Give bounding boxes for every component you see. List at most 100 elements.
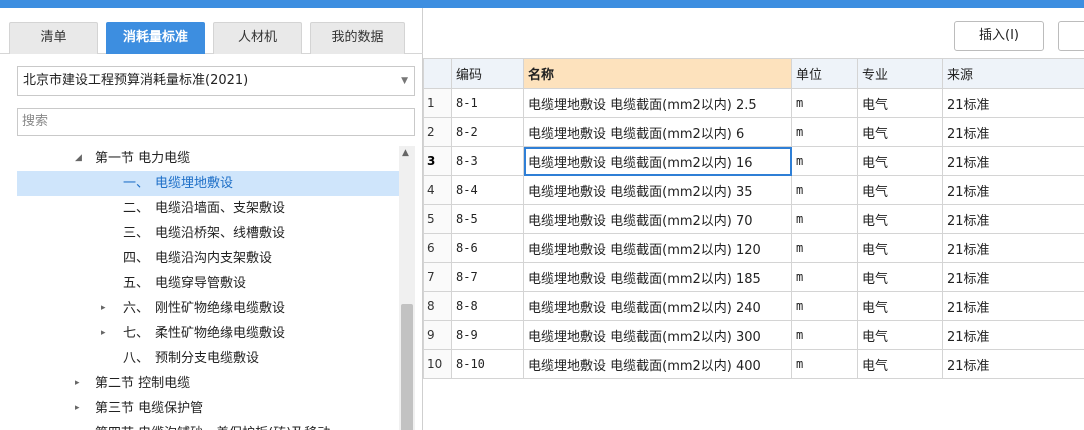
header-code[interactable]: 编码 [451, 58, 524, 89]
row-number-cell[interactable]: 3 [423, 146, 452, 176]
name-cell[interactable]: 电缆埋地敷设 电缆截面(mm2以内) 70 [523, 204, 792, 234]
tree-node[interactable]: ▸ 七、 柔性矿物绝缘电缆敷设 [17, 321, 399, 346]
major-cell[interactable]: 电气 [857, 233, 943, 263]
source-cell[interactable]: 21标准 [942, 291, 1084, 321]
tab-bill[interactable]: 清单 [9, 22, 98, 54]
row-number-cell[interactable]: 8 [423, 291, 452, 321]
code-cell[interactable]: 8-4 [451, 175, 524, 205]
expand-arrow-icon[interactable]: ▸ [75, 396, 80, 421]
tree-node[interactable]: 三、 电缆沿桥架、线槽敷设 [17, 221, 399, 246]
name-cell[interactable]: 电缆埋地敷设 电缆截面(mm2以内) 300 [523, 320, 792, 350]
search-input[interactable]: 搜索 [17, 108, 415, 136]
tab-my-data[interactable]: 我的数据 [310, 22, 405, 54]
tree-node[interactable]: ▸ 第二节 控制电缆 [17, 371, 399, 396]
row-number-cell[interactable]: 7 [423, 262, 452, 292]
unit-cell[interactable]: m [791, 175, 858, 205]
source-cell[interactable]: 21标准 [942, 349, 1084, 379]
source-cell[interactable]: 21标准 [942, 204, 1084, 234]
row-number-cell[interactable]: 1 [423, 88, 452, 118]
source-cell[interactable]: 21标准 [942, 175, 1084, 205]
header-major[interactable]: 专业 [857, 58, 943, 89]
code-cell[interactable]: 8-9 [451, 320, 524, 350]
code-cell[interactable]: 8-5 [451, 204, 524, 234]
code-cell[interactable]: 8-3 [451, 146, 524, 176]
header-source[interactable]: 来源 [942, 58, 1084, 89]
expand-arrow-icon[interactable]: ▸ [75, 371, 80, 396]
unit-cell[interactable]: m [791, 88, 858, 118]
source-cell[interactable]: 21标准 [942, 146, 1084, 176]
tab-consumption-standard[interactable]: 消耗量标准 [106, 22, 205, 54]
table-row[interactable]: 4 8-4 电缆埋地敷设 电缆截面(mm2以内) 35 m 电气 21标准 [423, 175, 1084, 205]
tree-node[interactable]: 四、 电缆沿沟内支架敷设 [17, 246, 399, 271]
source-cell[interactable]: 21标准 [942, 88, 1084, 118]
table-row[interactable]: 1 8-1 电缆埋地敷设 电缆截面(mm2以内) 2.5 m 电气 21标准 [423, 88, 1084, 118]
name-cell[interactable]: 电缆埋地敷设 电缆截面(mm2以内) 185 [523, 262, 792, 292]
collapse-arrow-icon[interactable]: ◢ [75, 146, 82, 171]
code-cell[interactable]: 8-8 [451, 291, 524, 321]
replace-button[interactable] [1058, 21, 1084, 51]
scroll-up-icon[interactable]: ▲ [402, 148, 409, 158]
source-cell[interactable]: 21标准 [942, 262, 1084, 292]
expand-arrow-icon[interactable]: ▸ [101, 321, 106, 346]
row-number-cell[interactable]: 4 [423, 175, 452, 205]
table-row[interactable]: 3 8-3 电缆埋地敷设 电缆截面(mm2以内) 16 m 电气 21标准 [423, 146, 1084, 176]
table-row[interactable]: 10 8-10 电缆埋地敷设 电缆截面(mm2以内) 400 m 电气 21标准 [423, 349, 1084, 379]
major-cell[interactable]: 电气 [857, 175, 943, 205]
unit-cell[interactable]: m [791, 320, 858, 350]
tree-node[interactable]: ◢ 第一节 电力电缆 [17, 146, 399, 171]
name-cell[interactable]: 电缆埋地敷设 电缆截面(mm2以内) 2.5 [523, 88, 792, 118]
code-cell[interactable]: 8-6 [451, 233, 524, 263]
tree-node[interactable]: 八、 预制分支电缆敷设 [17, 346, 399, 371]
unit-cell[interactable]: m [791, 146, 858, 176]
source-cell[interactable]: 21标准 [942, 117, 1084, 147]
table-row[interactable]: 6 8-6 电缆埋地敷设 电缆截面(mm2以内) 120 m 电气 21标准 [423, 233, 1084, 263]
table-row[interactable]: 9 8-9 电缆埋地敷设 电缆截面(mm2以内) 300 m 电气 21标准 [423, 320, 1084, 350]
major-cell[interactable]: 电气 [857, 320, 943, 350]
unit-cell[interactable]: m [791, 204, 858, 234]
tree-node[interactable]: 二、 电缆沿墙面、支架敷设 [17, 196, 399, 221]
table-row[interactable]: 8 8-8 电缆埋地敷设 电缆截面(mm2以内) 240 m 电气 21标准 [423, 291, 1084, 321]
table-row[interactable]: 5 8-5 电缆埋地敷设 电缆截面(mm2以内) 70 m 电气 21标准 [423, 204, 1084, 234]
header-unit[interactable]: 单位 [791, 58, 858, 89]
header-name[interactable]: 名称 [523, 58, 792, 89]
unit-cell[interactable]: m [791, 349, 858, 379]
major-cell[interactable]: 电气 [857, 146, 943, 176]
name-cell[interactable]: 电缆埋地敷设 电缆截面(mm2以内) 400 [523, 349, 792, 379]
major-cell[interactable]: 电气 [857, 262, 943, 292]
major-cell[interactable]: 电气 [857, 204, 943, 234]
tree-node[interactable]: ▸ 第三节 电缆保护管 [17, 396, 399, 421]
name-cell[interactable]: 电缆埋地敷设 电缆截面(mm2以内) 6 [523, 117, 792, 147]
major-cell[interactable]: 电气 [857, 88, 943, 118]
name-cell[interactable]: 电缆埋地敷设 电缆截面(mm2以内) 35 [523, 175, 792, 205]
tree-node[interactable]: 一、 电缆埋地敷设 [17, 171, 399, 196]
source-cell[interactable]: 21标准 [942, 320, 1084, 350]
row-number-cell[interactable]: 9 [423, 320, 452, 350]
expand-arrow-icon[interactable]: ▸ [101, 296, 106, 321]
tree-node[interactable]: 五、 电缆穿导管敷设 [17, 271, 399, 296]
code-cell[interactable]: 8-1 [451, 88, 524, 118]
unit-cell[interactable]: m [791, 117, 858, 147]
major-cell[interactable]: 电气 [857, 291, 943, 321]
unit-cell[interactable]: m [791, 291, 858, 321]
major-cell[interactable]: 电气 [857, 349, 943, 379]
unit-cell[interactable]: m [791, 262, 858, 292]
code-cell[interactable]: 8-7 [451, 262, 524, 292]
source-cell[interactable]: 21标准 [942, 233, 1084, 263]
major-cell[interactable]: 电气 [857, 117, 943, 147]
tree-node[interactable]: 第四节 电缆沟铺砂、盖保护板(砖)及移动 [17, 421, 399, 430]
name-cell[interactable]: 电缆埋地敷设 电缆截面(mm2以内) 120 [523, 233, 792, 263]
code-cell[interactable]: 8-10 [451, 349, 524, 379]
table-row[interactable]: 7 8-7 电缆埋地敷设 电缆截面(mm2以内) 185 m 电气 21标准 [423, 262, 1084, 292]
scrollbar-thumb[interactable] [401, 304, 413, 430]
name-cell[interactable]: 电缆埋地敷设 电缆截面(mm2以内) 16 [523, 146, 792, 176]
row-number-cell[interactable]: 6 [423, 233, 452, 263]
tab-labor-material-machine[interactable]: 人材机 [213, 22, 302, 54]
tree-scrollbar[interactable]: ▲ [399, 146, 415, 430]
row-number-cell[interactable]: 10 [423, 349, 452, 379]
unit-cell[interactable]: m [791, 233, 858, 263]
library-select[interactable]: 北京市建设工程预算消耗量标准(2021) ▼ [17, 66, 415, 96]
table-row[interactable]: 2 8-2 电缆埋地敷设 电缆截面(mm2以内) 6 m 电气 21标准 [423, 117, 1084, 147]
row-number-cell[interactable]: 5 [423, 204, 452, 234]
insert-button[interactable]: 插入(I) [954, 21, 1044, 51]
tree-node[interactable]: ▸ 六、 刚性矿物绝缘电缆敷设 [17, 296, 399, 321]
